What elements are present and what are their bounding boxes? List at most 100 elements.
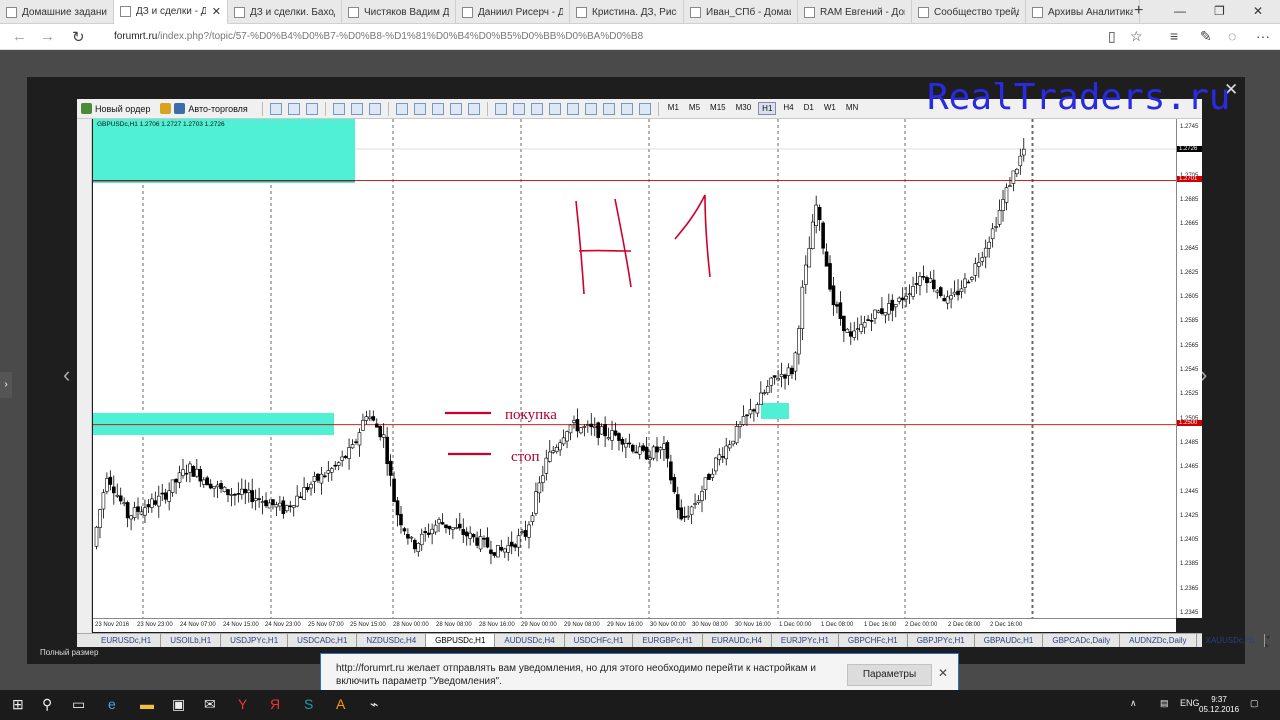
- vertical-line-icon[interactable]: [530, 102, 543, 115]
- browser-tab[interactable]: Кристина. ДЗ, Рисерч: [570, 0, 684, 24]
- symbol-tab[interactable]: GBPCHFc,H1: [839, 634, 908, 647]
- url-field[interactable]: forumrt.ru/index.php?/topic/57-%D0%B4%D0…: [114, 31, 643, 42]
- tile-windows-icon[interactable]: [368, 102, 381, 115]
- notification-settings-button[interactable]: Параметры: [847, 664, 932, 686]
- browser-tab[interactable]: Чистяков Вадим ДЗ -: [342, 0, 456, 24]
- prev-image-icon[interactable]: ‹: [63, 362, 70, 388]
- symbol-tab[interactable]: EURGBPc,H1: [633, 634, 703, 647]
- symbol-tab[interactable]: GBPAUDc,H1: [975, 634, 1044, 647]
- cursor-icon[interactable]: [494, 102, 507, 115]
- timeframe-m5[interactable]: M5: [686, 102, 703, 115]
- symbol-tab[interactable]: USOILb,H1: [161, 634, 222, 647]
- app-a-icon[interactable]: A: [336, 696, 345, 712]
- symbol-tab[interactable]: USDCADc,H1: [288, 634, 358, 647]
- symbol-tab[interactable]: GBPJPYc,H1: [908, 634, 975, 647]
- trendline-icon[interactable]: [566, 102, 579, 115]
- share-icon[interactable]: ◌: [1228, 28, 1236, 44]
- task-view-icon[interactable]: ▭: [72, 696, 85, 713]
- candle-body: [326, 470, 331, 474]
- close-tab-icon[interactable]: ✕: [212, 5, 221, 18]
- timeframe-d1[interactable]: D1: [801, 102, 817, 115]
- browser-tab[interactable]: Сообщество трейдер: [912, 0, 1026, 24]
- full-size-link[interactable]: Полный размер: [40, 648, 98, 657]
- hub-icon[interactable]: ≡: [1170, 28, 1178, 44]
- mail-app-icon[interactable]: ✉: [204, 696, 216, 713]
- text-tool-icon[interactable]: [602, 102, 615, 115]
- symbol-tab[interactable]: AUDNZDc,Daily: [1120, 634, 1197, 647]
- indicators-icon[interactable]: [431, 102, 444, 115]
- symbol-tab[interactable]: AUDUSDc,H4: [495, 634, 565, 647]
- line-chart-icon[interactable]: [305, 102, 318, 115]
- price-chart[interactable]: покупка стоп: [93, 119, 1176, 618]
- horizontal-line-icon[interactable]: [548, 102, 561, 115]
- back-icon[interactable]: ←: [12, 28, 27, 45]
- browser-tab[interactable]: RAM Евгений - Домаш: [798, 0, 912, 24]
- crosshair-icon[interactable]: [512, 102, 525, 115]
- autoscroll-icon[interactable]: [413, 102, 426, 115]
- tray-expand-icon[interactable]: ∧: [1130, 698, 1137, 709]
- candlestick-icon[interactable]: [287, 102, 300, 115]
- browser-tab[interactable]: Домашние задания и: [0, 0, 114, 24]
- yandex-icon[interactable]: Я: [270, 696, 280, 712]
- start-icon[interactable]: ⊞: [12, 696, 24, 713]
- symbol-tab[interactable]: GBPUSDc,H1: [426, 634, 496, 647]
- periods-icon[interactable]: [449, 102, 462, 115]
- lang-indicator[interactable]: ENG: [1180, 698, 1200, 708]
- browser-tab[interactable]: Архивы Аналитика - F: [1026, 0, 1140, 24]
- more-icon[interactable]: ···: [1256, 28, 1270, 44]
- restore-icon[interactable]: ❐: [1214, 4, 1225, 18]
- forward-icon[interactable]: →: [40, 28, 55, 45]
- skype-icon[interactable]: S: [304, 696, 313, 712]
- templates-icon[interactable]: [467, 102, 480, 115]
- timeframe-h4[interactable]: H4: [780, 102, 796, 115]
- search-icon[interactable]: ⚲: [42, 696, 52, 713]
- symbol-tab[interactable]: USDJPYc,H1: [221, 634, 289, 647]
- symbol-tab[interactable]: USDCHFc,H1: [565, 634, 634, 647]
- web-note-icon[interactable]: ✎: [1200, 28, 1212, 45]
- timeframe-m1[interactable]: M1: [665, 102, 682, 115]
- browser-tab[interactable]: ДЗ и сделки. Баходир: [228, 0, 342, 24]
- side-panel-toggle[interactable]: ›: [0, 372, 12, 398]
- store-app-icon[interactable]: ▣: [172, 696, 185, 713]
- browser-tab[interactable]: Иван_СПб - Домашни: [684, 0, 798, 24]
- favorite-star-icon[interactable]: ☆: [1130, 28, 1143, 45]
- close-window-icon[interactable]: ✕: [1253, 4, 1263, 18]
- symbol-tab[interactable]: EURAUDc,H4: [703, 634, 772, 647]
- symbol-tab[interactable]: EURJPYc,H1: [772, 634, 839, 647]
- refresh-icon[interactable]: ↻: [72, 28, 85, 46]
- timeframe-mn[interactable]: MN: [843, 102, 861, 115]
- minimize-icon[interactable]: —: [1174, 4, 1186, 18]
- symbol-tab-scroll-icon[interactable]: ◂ ▸: [1265, 632, 1269, 650]
- symbol-tab[interactable]: GBPCADc,Daily: [1043, 634, 1121, 647]
- notifications-center-icon[interactable]: ▢: [1250, 698, 1259, 709]
- auto-trading-button[interactable]: Авто-торговля: [160, 103, 248, 114]
- symbol-tab[interactable]: NZDUSDc,H4: [357, 634, 427, 647]
- label-tool-icon[interactable]: [620, 102, 633, 115]
- symbol-tab[interactable]: XAUUSDc,H1: [1197, 634, 1266, 647]
- timeframe-m30[interactable]: M30: [733, 102, 755, 115]
- browser-tab[interactable]: Даниил Рисерч - Дом: [456, 0, 570, 24]
- terminal-app-icon[interactable]: ⌁: [370, 696, 378, 713]
- zoom-out-icon[interactable]: [350, 102, 363, 115]
- edge-app-icon[interactable]: e: [108, 696, 116, 712]
- file-explorer-icon[interactable]: ▬: [140, 696, 154, 712]
- system-clock[interactable]: 9:37 05.12.2016: [1199, 695, 1239, 715]
- timeframe-m15[interactable]: M15: [707, 102, 729, 115]
- bar-chart-icon[interactable]: [269, 102, 282, 115]
- notification-close-icon[interactable]: ✕: [938, 666, 948, 680]
- candle-body: [682, 516, 687, 518]
- browser-tab[interactable]: ДЗ и сделки - Дом✕: [114, 0, 228, 24]
- shapes-icon[interactable]: [638, 102, 651, 115]
- network-icon[interactable]: ▤: [1160, 698, 1169, 709]
- new-tab-button[interactable]: +: [1134, 2, 1143, 20]
- channel-icon[interactable]: [584, 102, 597, 115]
- timeframe-h1[interactable]: H1: [758, 102, 777, 115]
- zoom-in-icon[interactable]: [332, 102, 345, 115]
- symbol-tab[interactable]: EURUSDc,H1: [92, 634, 162, 647]
- chart-shift-icon[interactable]: [395, 102, 408, 115]
- timeframe-w1[interactable]: W1: [821, 102, 839, 115]
- candle-body: [731, 440, 735, 445]
- new-order-button[interactable]: Новый ордер: [81, 103, 150, 114]
- reading-view-icon[interactable]: ▯: [1108, 28, 1116, 45]
- yandex-browser-icon[interactable]: Y: [238, 696, 247, 712]
